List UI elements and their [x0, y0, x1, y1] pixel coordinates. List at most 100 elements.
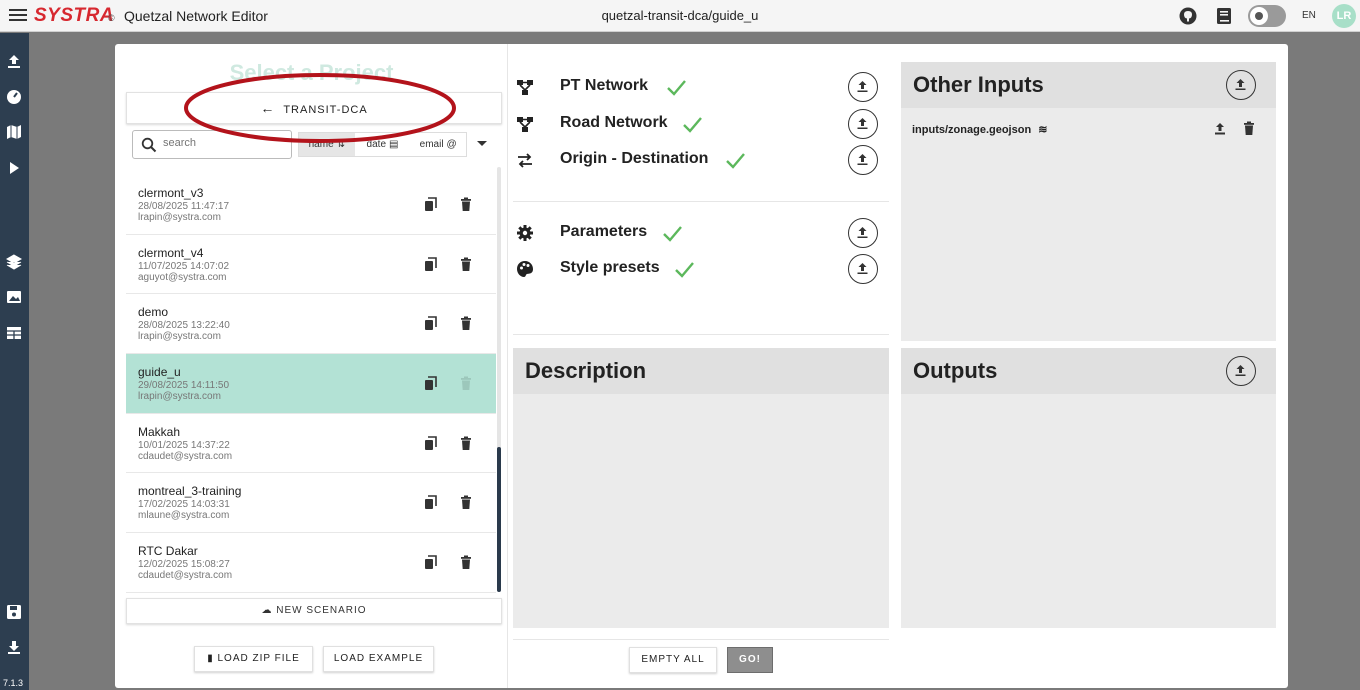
trash-icon[interactable]: [459, 436, 473, 451]
upload-icon[interactable]: [5, 53, 23, 71]
load-zip-button[interactable]: ▮ LOAD ZIP FILE: [194, 646, 313, 672]
od-label: Origin - Destination: [560, 150, 709, 167]
project-list: clermont_v3 28/08/2025 11:47:17 lrapin@s…: [126, 175, 496, 593]
avatar[interactable]: LR: [1332, 4, 1356, 28]
check-icon: [726, 153, 745, 169]
trash-icon[interactable]: [459, 555, 473, 570]
project-name: guide_u: [138, 365, 181, 380]
trash-icon[interactable]: [1242, 121, 1256, 136]
copy-icon[interactable]: [424, 495, 438, 510]
theme-toggle[interactable]: [1248, 5, 1286, 27]
project-email: cdaudet@systra.com: [138, 570, 233, 582]
map-icon[interactable]: [5, 123, 23, 141]
copy-icon[interactable]: [424, 197, 438, 212]
sort-by-email-button[interactable]: email @: [410, 133, 466, 156]
go-button[interactable]: GO!: [727, 647, 773, 673]
load-example-button[interactable]: LOAD EXAMPLE: [323, 646, 434, 672]
sort-by-date-button[interactable]: date ▤: [355, 133, 411, 156]
scrollbar-thumb[interactable]: [497, 447, 501, 592]
list-item[interactable]: demo 28/08/2025 13:22:40 lrapin@systra.c…: [126, 294, 496, 355]
copy-icon[interactable]: [424, 316, 438, 331]
copy-icon[interactable]: [424, 435, 438, 451]
project-email: lrapin@systra.com: [138, 212, 221, 223]
list-item[interactable]: Makkah 10/01/2025 14:37:22 cdaudet@systr…: [126, 414, 496, 474]
upload-style-presets-button[interactable]: [848, 254, 878, 284]
list-item[interactable]: montreal_3-training 17/02/2025 14:03:31 …: [126, 473, 496, 534]
trash-icon[interactable]: [459, 495, 473, 510]
new-scenario-button[interactable]: ☁ NEW SCENARIO: [126, 598, 502, 624]
upload-outputs-button[interactable]: [1226, 356, 1256, 386]
upload-road-network-button[interactable]: [848, 109, 878, 139]
copyright-mark: ©: [108, 13, 115, 23]
upload-icon: [857, 81, 868, 92]
download-icon[interactable]: [5, 639, 23, 657]
empty-all-button[interactable]: EMPTY ALL: [629, 647, 717, 673]
network-icon: [517, 117, 533, 132]
other-inputs-panel: Other Inputs inputs/zonage.geojson ≋: [901, 62, 1276, 341]
layers-icon[interactable]: [5, 253, 23, 271]
trash-icon[interactable]: [459, 197, 473, 212]
inputs-panel: PT Network Road Network Origin - Destina…: [513, 44, 889, 688]
layers-icon: ≋: [1038, 124, 1048, 136]
od-row: Origin - Destination: [513, 145, 889, 175]
chevron-down-icon[interactable]: [477, 141, 487, 146]
outputs-panel: Outputs: [901, 348, 1276, 628]
play-icon[interactable]: [5, 159, 23, 177]
check-icon: [675, 262, 694, 278]
images-icon[interactable]: [5, 288, 23, 306]
top-bar: SYSTRA © Quetzal Network Editor quetzal-…: [0, 0, 1360, 32]
outputs-title: Outputs: [913, 358, 998, 383]
upload-other-inputs-button[interactable]: [1226, 70, 1256, 100]
list-item[interactable]: RTC Dakar 12/02/2025 15:08:27 cdaudet@sy…: [126, 533, 496, 593]
book-icon[interactable]: [1214, 6, 1234, 26]
list-item-selected[interactable]: guide_u 29/08/2025 14:11:50 lrapin@systr…: [126, 354, 496, 414]
pt-network-label: PT Network: [560, 77, 649, 94]
upload-icon[interactable]: [1213, 122, 1227, 136]
check-icon: [683, 117, 702, 133]
search-box[interactable]: [132, 130, 292, 159]
language-selector[interactable]: EN: [1302, 10, 1316, 21]
project-name: RTC Dakar: [138, 544, 198, 559]
main-card: Select a Project ← TRANSIT-DCA name⇅ date…: [115, 44, 1288, 688]
trash-icon[interactable]: [459, 257, 473, 272]
palette-icon: [517, 261, 533, 277]
list-item[interactable]: clermont_v3 28/08/2025 11:47:17 lrapin@s…: [126, 175, 496, 235]
project-email: aguyot@systra.com: [138, 271, 227, 283]
file-name: inputs/zonage.geojson: [912, 124, 1032, 136]
upload-icon: [857, 263, 868, 274]
divider: [513, 639, 889, 640]
project-email: lrapin@systra.com: [138, 391, 221, 403]
version-label: 7.1.3: [3, 678, 24, 688]
search-input[interactable]: [163, 137, 283, 149]
trash-icon[interactable]: [459, 316, 473, 331]
upload-icon: [857, 154, 868, 165]
project-name: montreal_3-training: [138, 484, 242, 499]
upload-pt-network-button[interactable]: [848, 72, 878, 102]
project-name: demo: [138, 305, 169, 320]
search-icon: [141, 137, 157, 153]
copy-icon[interactable]: [424, 555, 438, 570]
style-presets-row: Style presets: [513, 254, 889, 284]
upload-od-button[interactable]: [848, 145, 878, 175]
project-email: mlaune@systra.com: [138, 510, 230, 522]
project-name: clermont_v3: [138, 186, 204, 200]
back-to-model-button[interactable]: ← TRANSIT-DCA: [126, 92, 502, 124]
copy-icon[interactable]: [424, 256, 438, 272]
project-date: 12/02/2025 15:08:27: [138, 559, 230, 571]
parameters-label: Parameters: [560, 223, 648, 240]
upload-icon: [1235, 79, 1246, 90]
upload-parameters-button[interactable]: [848, 218, 878, 248]
copy-icon[interactable]: [424, 376, 438, 391]
sort-by-name-button[interactable]: name ⇅: [299, 133, 355, 156]
list-item[interactable]: clermont_v4 11/07/2025 14:07:02 aguyot@s…: [126, 235, 496, 295]
project-date: 29/08/2025 14:11:50: [138, 380, 230, 392]
select-project-title: Select a Project: [229, 60, 394, 85]
project-date: 10/01/2025 14:37:22: [138, 439, 230, 451]
table-icon[interactable]: [5, 324, 23, 342]
github-icon[interactable]: [1178, 6, 1198, 26]
dashboard-icon[interactable]: [5, 88, 23, 106]
save-icon[interactable]: [5, 603, 23, 621]
project-list-scrollbar[interactable]: [497, 167, 501, 592]
hamburger-menu-icon[interactable]: [8, 6, 28, 26]
upload-icon: [857, 227, 868, 238]
